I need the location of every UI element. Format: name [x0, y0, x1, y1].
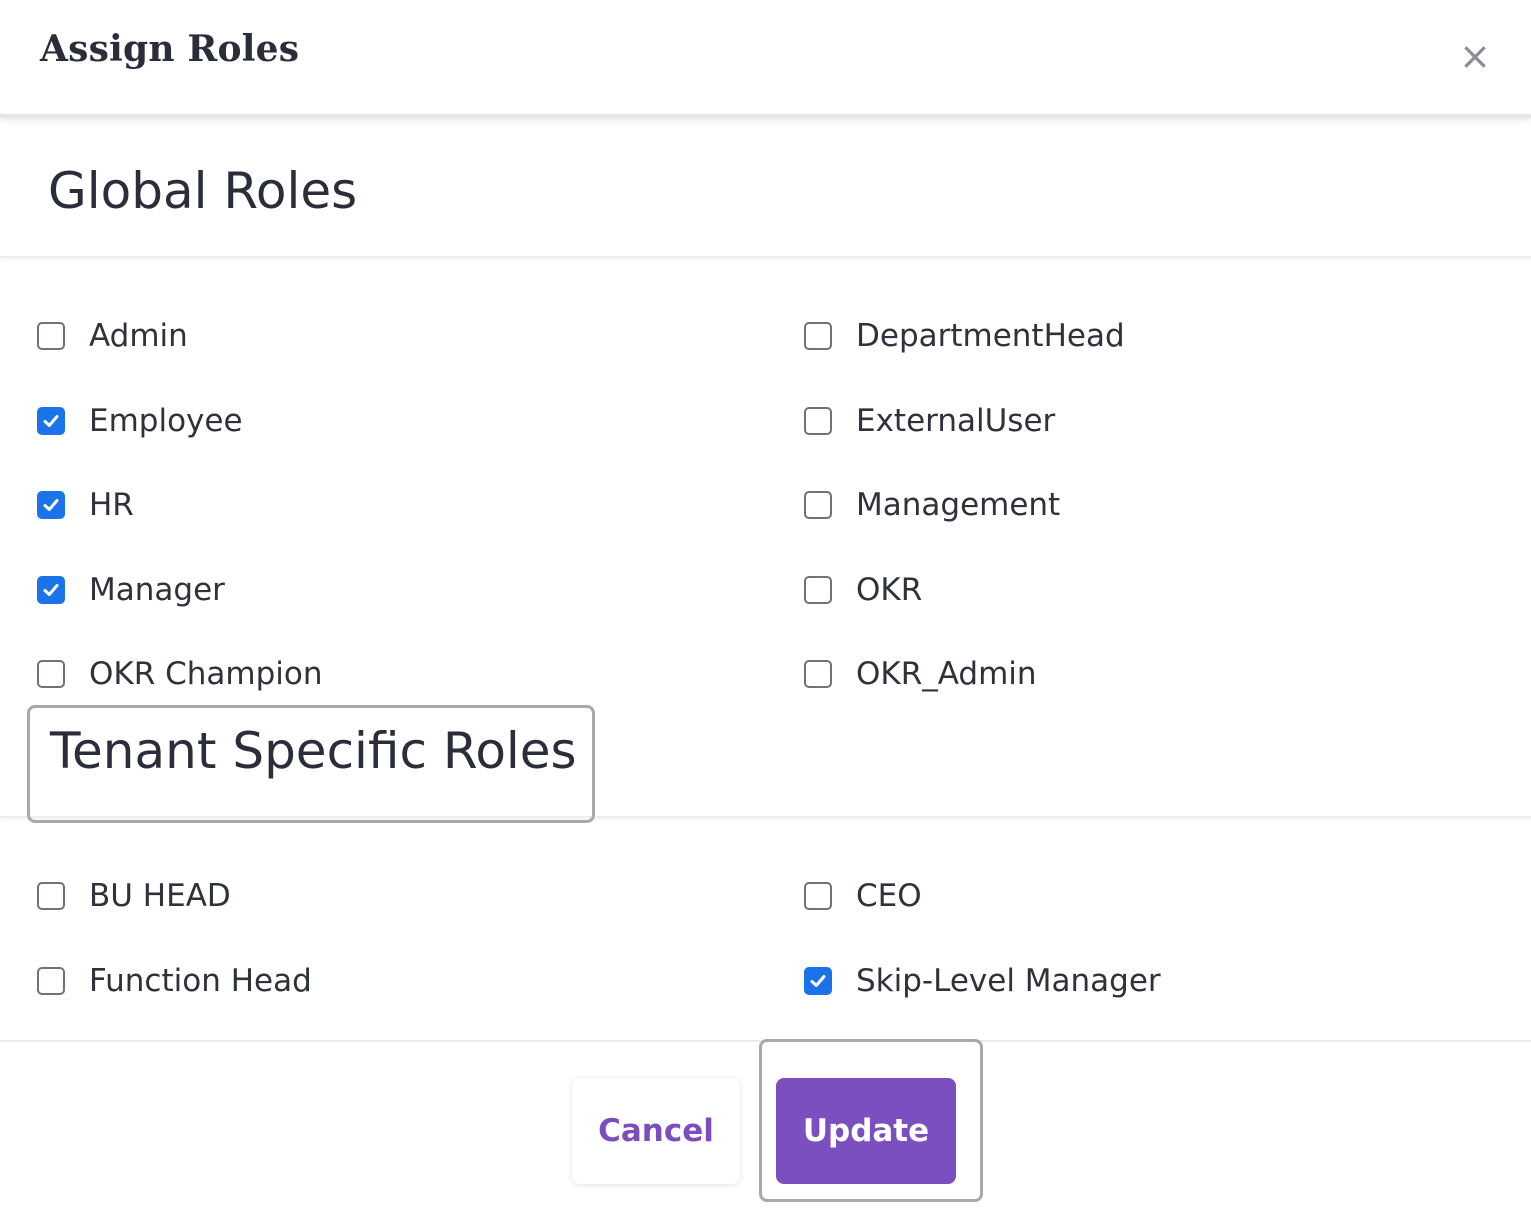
role-option[interactable]: ExternalUser	[804, 401, 1055, 441]
checkbox-unchecked[interactable]	[37, 967, 65, 995]
assign-roles-dialog: Assign Roles × Global Roles Admin Departm…	[0, 0, 1531, 1224]
role-label: Management	[856, 487, 1061, 523]
checkbox-unchecked[interactable]	[804, 575, 832, 604]
role-option[interactable]: DepartmentHead	[804, 316, 1125, 356]
role-option[interactable]: BU HEAD	[37, 876, 231, 916]
checkbox-unchecked[interactable]	[804, 322, 832, 350]
dialog-header: Assign Roles ×	[0, 0, 1531, 118]
role-option[interactable]: Employee	[37, 401, 243, 441]
role-label: DepartmentHead	[856, 318, 1125, 354]
role-label: Admin	[89, 318, 188, 354]
tenant-roles-heading: Tenant Specific Roles	[50, 722, 577, 780]
role-option[interactable]: OKR Champion	[37, 654, 323, 694]
checkbox-unchecked[interactable]	[37, 882, 65, 910]
checkbox-checked[interactable]	[37, 491, 65, 519]
role-label: Employee	[89, 402, 243, 439]
checkbox-checked[interactable]	[804, 967, 832, 995]
checkmark-icon	[810, 975, 826, 987]
role-option[interactable]: Manager	[37, 570, 225, 610]
role-label: HR	[89, 487, 134, 523]
role-label: ExternalUser	[856, 402, 1056, 439]
role-option[interactable]: Function Head	[37, 961, 312, 1001]
global-roles-heading: Global Roles	[48, 162, 358, 220]
checkbox-checked[interactable]	[37, 406, 65, 435]
checkmark-icon	[43, 499, 59, 511]
role-option[interactable]: Skip-Level Manager	[804, 961, 1161, 1001]
checkbox-unchecked[interactable]	[804, 406, 832, 435]
checkbox-unchecked[interactable]	[804, 491, 832, 519]
dialog-title: Assign Roles	[40, 28, 300, 70]
checkbox-unchecked[interactable]	[37, 322, 65, 350]
checkmark-icon	[43, 583, 59, 596]
role-option[interactable]: Management	[804, 485, 1060, 525]
checkbox-checked[interactable]	[37, 575, 65, 604]
update-button[interactable]: Update	[776, 1078, 956, 1184]
tenant-roles-header: Tenant Specific Roles	[0, 700, 1531, 818]
role-label: OKR	[856, 571, 923, 608]
cancel-button[interactable]: Cancel	[572, 1078, 740, 1184]
checkbox-unchecked[interactable]	[804, 660, 832, 688]
role-label: Skip-Level Manager	[856, 963, 1161, 999]
checkbox-unchecked[interactable]	[37, 660, 65, 688]
checkmark-icon	[43, 414, 59, 427]
role-option[interactable]: CEO	[804, 876, 922, 916]
role-label: OKR Champion	[89, 656, 323, 692]
role-label: BU HEAD	[89, 878, 231, 914]
role-option[interactable]: Admin	[37, 316, 188, 356]
role-option[interactable]: HR	[37, 485, 134, 525]
global-roles-header: Global Roles	[0, 126, 1531, 258]
checkbox-unchecked[interactable]	[804, 882, 832, 910]
role-label: Function Head	[89, 963, 312, 999]
role-option[interactable]: OKR	[804, 570, 922, 610]
role-option[interactable]: OKR_Admin	[804, 654, 1037, 694]
role-label: Manager	[89, 571, 225, 608]
role-label: CEO	[856, 878, 922, 914]
role-label: OKR_Admin	[856, 656, 1037, 692]
dialog-footer: Cancel Update	[0, 1040, 1531, 1224]
close-icon[interactable]: ×	[1459, 37, 1491, 75]
